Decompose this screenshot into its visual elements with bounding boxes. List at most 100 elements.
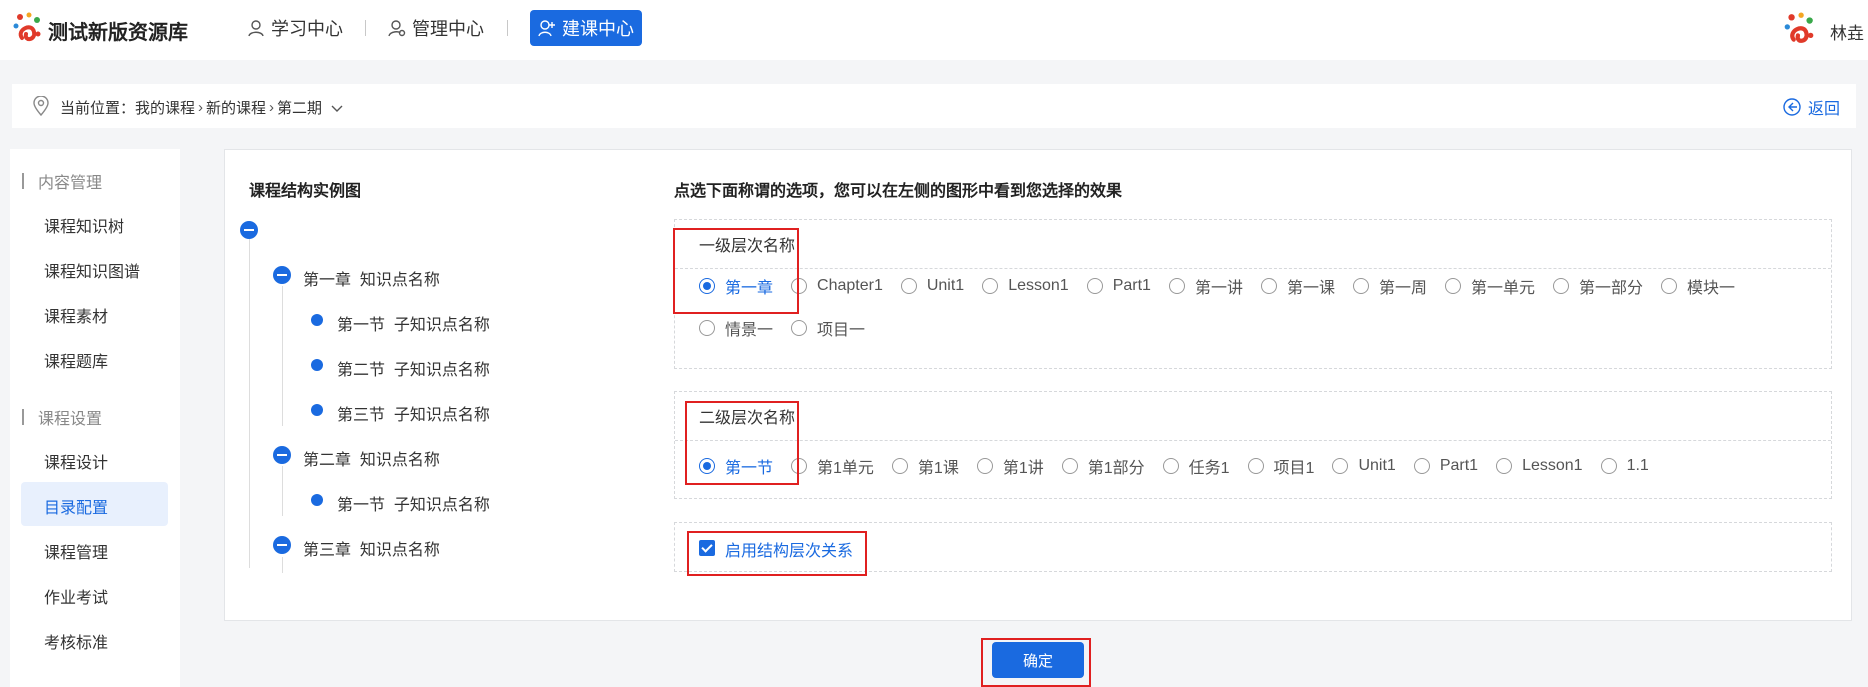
radio-option[interactable]: 任务1	[1162, 454, 1230, 478]
tree-root-collapse-icon[interactable]	[240, 221, 258, 239]
radio-option[interactable]: 第1讲	[976, 454, 1044, 478]
back-arrow-icon	[1783, 98, 1801, 116]
sidebar-item-knowledge-tree[interactable]: 课程知识树	[44, 213, 124, 237]
radio-label: 1.1	[1626, 457, 1649, 474]
tree-leaf-dot-icon	[311, 314, 323, 326]
nav-learning-center[interactable]: 学习中心	[247, 16, 343, 40]
brand-logo-icon	[13, 12, 41, 41]
radio-option[interactable]: Lesson1	[982, 277, 1069, 295]
breadcrumb-item[interactable]: 第二期	[277, 97, 322, 118]
radio-label: 任务1	[1188, 460, 1230, 477]
divider	[675, 440, 1831, 441]
sidebar-item-question-bank[interactable]: 课程题库	[44, 348, 108, 372]
radio-icon	[1445, 278, 1461, 294]
group-marker	[22, 409, 24, 425]
tree-leaf-dot-icon	[311, 404, 323, 416]
radio-icon	[1168, 278, 1185, 294]
back-button[interactable]: 返回	[1782, 95, 1840, 119]
radio-option[interactable]: Part1	[1086, 277, 1151, 295]
radio-icon	[1260, 278, 1277, 294]
radio-label: 第1单元	[817, 460, 874, 477]
radio-label: 第1讲	[1002, 460, 1044, 477]
radio-option[interactable]: 第一部分	[1553, 274, 1643, 298]
sidebar-item-course-management[interactable]: 课程管理	[44, 539, 108, 563]
tree-connector	[282, 286, 283, 426]
radio-option[interactable]: Unit1	[900, 277, 964, 295]
radio-option[interactable]: 第一课	[1260, 274, 1335, 298]
settings-instruction: 点选下面称谓的选项，您可以在左侧的图形中看到您选择的效果	[674, 183, 1123, 200]
radio-label: Lesson1	[1008, 277, 1069, 294]
radio-option[interactable]: Chapter1	[791, 277, 883, 295]
catalog-config-panel: 课程结构实例图 第一章 知识点名称 第一节 子知识点名称 第二节 子知识点名称 …	[224, 149, 1852, 621]
sidebar-item-course-design[interactable]: 课程设计	[44, 449, 108, 473]
radio-option[interactable]: 第1课	[891, 454, 959, 478]
sidebar-item-homework-exams[interactable]: 作业考试	[44, 584, 108, 608]
tree-connector	[282, 466, 283, 516]
tree-collapse-icon[interactable]	[273, 446, 291, 464]
chevron-down-icon[interactable]	[330, 101, 344, 115]
radio-label: Part1	[1439, 457, 1479, 474]
level2-options-row: 第一节 第1单元 第1课 第1讲 第1部分 任务1 项目1 Unit1 Part…	[699, 454, 1667, 478]
sidebar-item-label: 目录配置	[44, 500, 109, 517]
radio-option[interactable]: Lesson1	[1496, 457, 1583, 475]
radio-label: 第一部分	[1579, 280, 1644, 297]
tree-connector	[282, 557, 283, 573]
level1-name-section: 一级层次名称 第一章 Chapter1 Unit1 Lesson1 Part1 …	[674, 219, 1832, 369]
level1-options-row: 情景一 项目一	[699, 316, 883, 340]
manage-person-icon	[388, 20, 406, 37]
radio-option[interactable]: 项目一	[791, 316, 865, 340]
tree-node-section: 第一节 子知识点名称	[337, 317, 490, 334]
sidebar-item-knowledge-graph[interactable]: 课程知识图谱	[44, 258, 140, 282]
build-course-icon	[538, 20, 555, 37]
radio-option[interactable]: 第1单元	[791, 454, 874, 478]
highlight-box	[687, 531, 867, 576]
radio-label: 第一讲	[1194, 280, 1243, 297]
radio-label: 第一周	[1378, 280, 1427, 297]
nav-divider	[507, 20, 508, 36]
nav-divider	[365, 20, 366, 36]
radio-option[interactable]: 第一周	[1352, 274, 1427, 298]
radio-option[interactable]: 模块一	[1661, 274, 1735, 298]
radio-option[interactable]: 第1部分	[1061, 454, 1145, 478]
tree-node-section: 第二节 子知识点名称	[337, 362, 490, 379]
confirm-button[interactable]: 确定	[992, 642, 1084, 678]
tree-connector	[249, 232, 250, 568]
radio-option[interactable]: Unit1	[1332, 457, 1396, 475]
sidebar-item-assessment-standards[interactable]: 考核标准	[44, 629, 108, 653]
tree-node-chapter: 第三章 知识点名称	[303, 542, 440, 559]
radio-option[interactable]: 项目1	[1247, 454, 1314, 478]
sidebar-group-settings: 课程设置	[22, 405, 102, 429]
chevron-right-icon: ›	[269, 99, 275, 116]
radio-option[interactable]: 1.1	[1600, 457, 1649, 475]
radio-label: 第1课	[917, 460, 959, 477]
nav-management-center[interactable]: 管理中心	[388, 16, 484, 40]
nav-build-course-center[interactable]: 建课中心	[530, 10, 642, 46]
radio-label: 第一单元	[1471, 280, 1536, 297]
learning-person-icon	[248, 20, 264, 37]
tree-title: 课程结构实例图	[249, 183, 362, 200]
radio-icon	[976, 458, 993, 474]
breadcrumb: 当前位置： 我的课程 › 新的课程 › 第二期	[60, 97, 344, 118]
tree-collapse-icon[interactable]	[273, 536, 291, 554]
tree-leaf-dot-icon	[311, 494, 323, 506]
sidebar-item-materials[interactable]: 课程素材	[44, 303, 108, 327]
group-marker	[22, 173, 24, 189]
user-avatar[interactable]	[1780, 12, 1818, 46]
breadcrumb-item[interactable]: 我的课程	[135, 97, 195, 118]
radio-label: 项目一	[817, 322, 866, 339]
breadcrumb-item[interactable]: 新的课程	[206, 97, 266, 118]
tree-collapse-icon[interactable]	[273, 266, 291, 284]
radio-option[interactable]: 第一单元	[1445, 274, 1535, 298]
radio-option[interactable]: Part1	[1413, 457, 1479, 475]
user-name[interactable]: 林垚	[1830, 19, 1864, 44]
tree-node-chapter: 第一章 知识点名称	[303, 272, 440, 289]
radio-option[interactable]: 第一讲	[1168, 274, 1243, 298]
radio-icon	[1086, 278, 1103, 294]
tree-node-section: 第三节 子知识点名称	[337, 407, 490, 424]
radio-icon	[891, 458, 908, 474]
sidebar-group-label: 课程设置	[38, 411, 103, 428]
radio-icon	[1332, 458, 1349, 474]
location-pin-icon	[33, 96, 49, 116]
radio-label: 第1部分	[1087, 460, 1145, 477]
radio-option[interactable]: 情景一	[699, 316, 773, 340]
